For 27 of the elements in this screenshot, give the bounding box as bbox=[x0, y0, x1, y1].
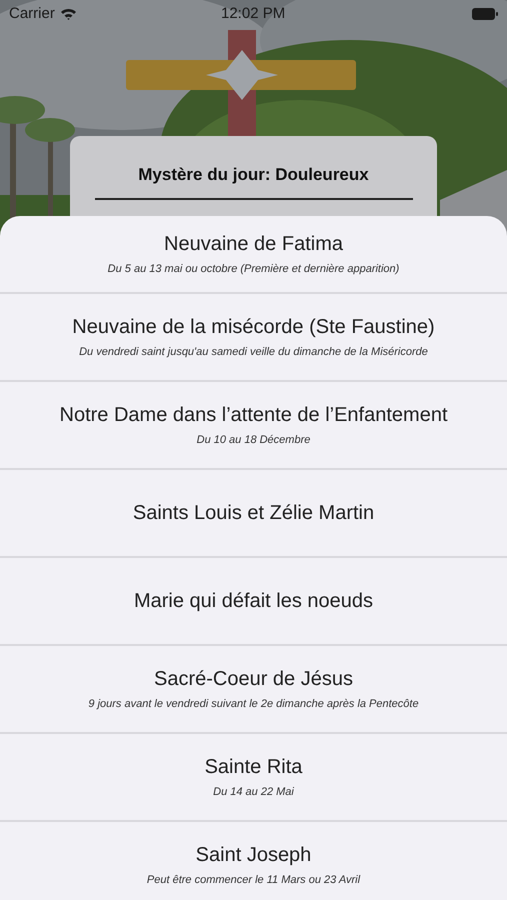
novena-title: Sacré-Coeur de Jésus bbox=[154, 666, 353, 692]
carrier-label: Carrier bbox=[9, 4, 55, 24]
novena-item[interactable]: Saints Louis et Zélie Martin bbox=[0, 470, 507, 558]
novena-dates: 9 jours avant le vendredi suivant le 2e dimanche après la Pentecôte bbox=[88, 696, 419, 712]
novena-dates: Du vendredi saint jusqu'au samedi veille du dimanche de la Miséricorde bbox=[79, 344, 428, 360]
novena-title: Sainte Rita bbox=[204, 754, 302, 780]
novena-item[interactable]: Sainte Rita Du 14 au 22 Mai bbox=[0, 734, 507, 822]
novena-item[interactable]: Marie qui défait les noeuds bbox=[0, 558, 507, 646]
clock-time: 12:02 PM bbox=[221, 4, 286, 24]
novena-item[interactable]: Sacré-Coeur de Jésus 9 jours avant le vendredi suivant le 2e dimanche après la Pentecôte bbox=[0, 646, 507, 734]
novena-dates: Du 10 au 18 Décembre bbox=[196, 432, 310, 448]
novena-title: Notre Dame dans l’attente de l’Enfantement bbox=[60, 402, 448, 428]
novena-title: Marie qui défait les noeuds bbox=[134, 589, 374, 614]
novena-dates: Du 5 au 13 mai ou octobre (Première et dernière apparition) bbox=[108, 262, 400, 277]
wifi-icon bbox=[60, 8, 77, 20]
novena-title: Neuvaine de Fatima bbox=[164, 232, 343, 257]
novena-title: Saints Louis et Zélie Martin bbox=[132, 501, 374, 526]
novena-item[interactable]: Notre Dame dans l’attente de l’Enfantement Du 10 au 18 Décembre bbox=[0, 382, 507, 470]
battery-icon bbox=[472, 8, 498, 20]
novena-item[interactable]: Saint Joseph Peut être commencer le 11 Mars ou 23 Avril bbox=[0, 822, 507, 900]
mystery-title: Mystère du jour: Douleureux bbox=[138, 164, 369, 186]
novena-dates: Peut être commencer le 11 Mars ou 23 Avril bbox=[146, 872, 360, 888]
novena-title: Neuvaine de la misécorde (Ste Faustine) bbox=[72, 314, 435, 340]
novena-dates: Du 14 au 22 Mai bbox=[213, 784, 294, 800]
novena-item[interactable]: Neuvaine de la misécorde (Ste Faustine) Du vendredi saint jusqu'au samedi veille du dimanche de la Miséricorde bbox=[0, 294, 507, 382]
novena-title: Saint Joseph bbox=[196, 842, 312, 868]
novena-item[interactable]: Neuvaine de Fatima Du 5 au 13 mai ou octobre (Première et dernière apparition) bbox=[0, 216, 507, 294]
